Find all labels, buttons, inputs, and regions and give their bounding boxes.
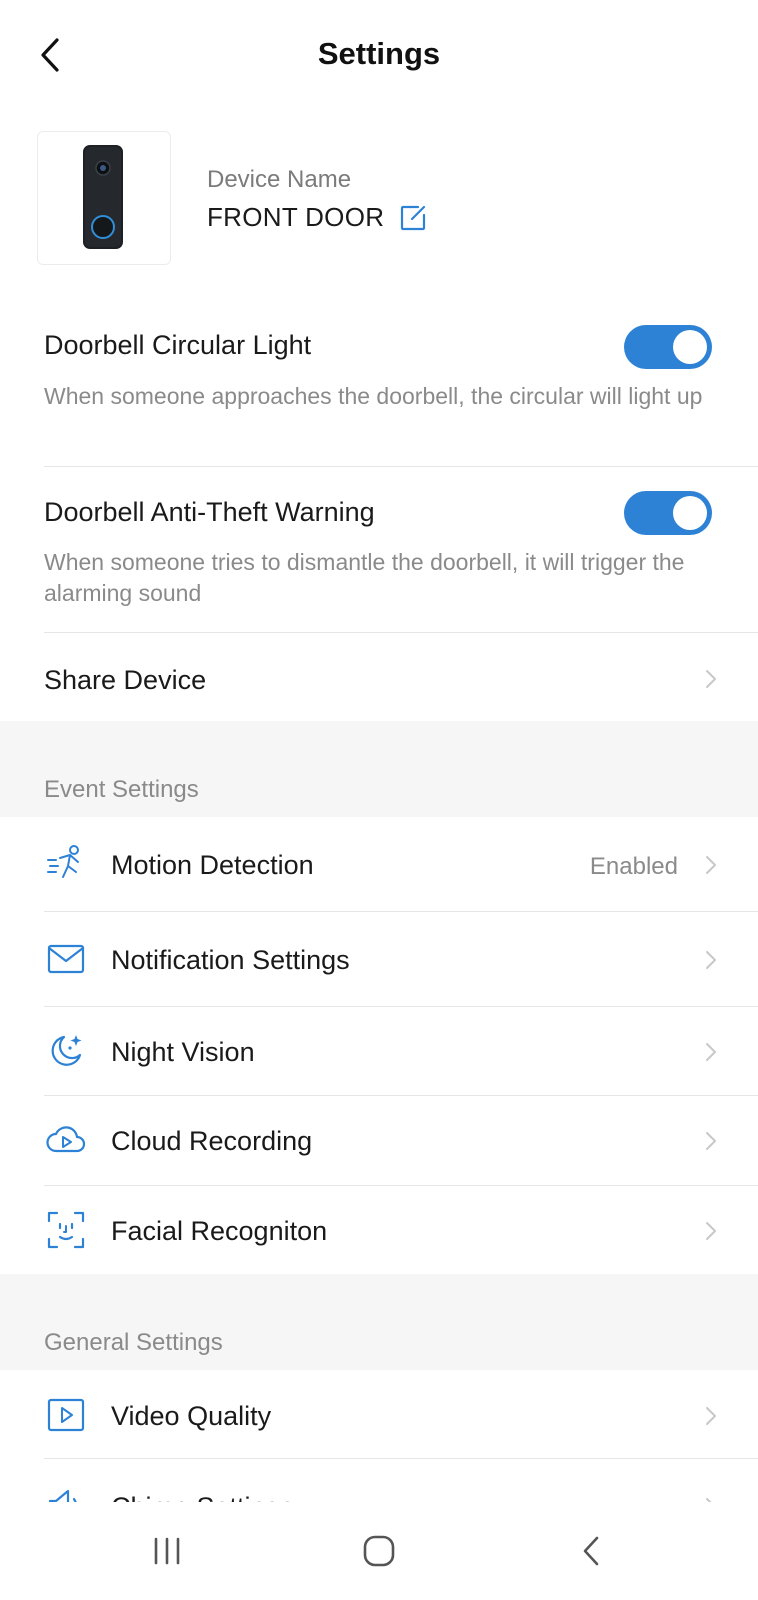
chevron-right-icon <box>706 1132 716 1150</box>
chevron-right-icon <box>706 856 716 874</box>
cloud-recording-row[interactable]: Cloud Recording <box>0 1096 758 1185</box>
chevron-right-icon <box>706 1222 716 1240</box>
envelope-icon <box>47 944 85 974</box>
motion-detection-label: Motion Detection <box>111 850 314 880</box>
divider <box>44 466 758 467</box>
circular-light-title: Doorbell Circular Light <box>44 330 312 360</box>
video-play-icon <box>47 1398 85 1432</box>
face-scan-icon <box>47 1211 85 1249</box>
edit-name-button[interactable] <box>398 203 428 233</box>
cloud-play-icon <box>46 1126 86 1153</box>
motion-detection-row[interactable]: Motion Detection Enabled <box>0 817 758 911</box>
system-back-button[interactable] <box>566 1526 616 1576</box>
facial-recognition-label: Facial Recogniton <box>111 1216 328 1246</box>
video-quality-row[interactable]: Video Quality <box>0 1370 758 1458</box>
chevron-right-icon <box>706 1407 716 1425</box>
system-navigation-bar <box>0 1502 758 1600</box>
anti-theft-toggle[interactable] <box>624 491 712 535</box>
device-name-label: Device Name <box>207 166 352 193</box>
night-vision-row[interactable]: Night Vision <box>0 1007 758 1095</box>
motion-detection-status: Enabled <box>589 853 678 880</box>
facial-recognition-row[interactable]: Facial Recogniton <box>0 1186 758 1274</box>
device-thumbnail <box>37 131 171 265</box>
home-icon <box>363 1535 395 1567</box>
device-name-row: FRONT DOOR <box>207 202 428 233</box>
cloud-recording-label: Cloud Recording <box>111 1126 313 1156</box>
share-device-row[interactable]: Share Device <box>0 633 758 721</box>
anti-theft-title: Doorbell Anti-Theft Warning <box>44 497 375 527</box>
top-app-bar: Settings <box>0 0 758 110</box>
event-settings-label: Event Settings <box>44 776 199 803</box>
notification-settings-label: Notification Settings <box>111 945 350 975</box>
share-device-label: Share Device <box>44 665 207 695</box>
event-settings-header: Event Settings <box>0 721 758 817</box>
circular-light-description: When someone approaches the doorbell, th… <box>44 383 703 409</box>
recent-apps-icon <box>154 1537 180 1565</box>
back-icon <box>583 1536 599 1566</box>
general-settings-header: General Settings <box>0 1274 758 1370</box>
chevron-right-icon <box>706 951 716 969</box>
chevron-right-icon <box>706 670 716 688</box>
doorbell-device-image <box>83 145 123 249</box>
home-button[interactable] <box>354 1526 404 1576</box>
general-settings-label: General Settings <box>44 1329 223 1356</box>
moon-stars-icon <box>51 1035 82 1066</box>
video-quality-label: Video Quality <box>111 1401 272 1431</box>
night-vision-label: Night Vision <box>111 1037 255 1067</box>
toggle-knob <box>673 330 707 364</box>
page-title: Settings <box>317 36 441 71</box>
circular-light-toggle[interactable] <box>624 325 712 369</box>
device-name: FRONT DOOR <box>207 202 385 232</box>
anti-theft-description: When someone tries to dismantle the door… <box>44 549 685 606</box>
motion-detection-icon <box>47 845 79 878</box>
chevron-right-icon <box>706 1043 716 1061</box>
recent-apps-button[interactable] <box>142 1526 192 1576</box>
notification-settings-row[interactable]: Notification Settings <box>0 912 758 1006</box>
toggle-knob <box>673 496 707 530</box>
edit-icon <box>401 205 426 230</box>
